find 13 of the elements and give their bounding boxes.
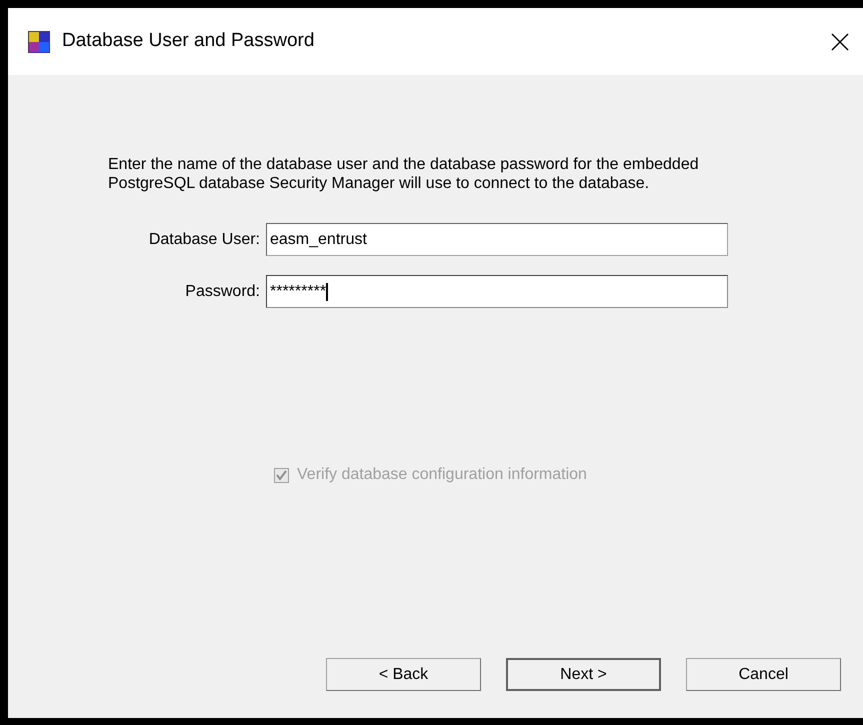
close-icon[interactable] bbox=[831, 32, 849, 50]
input-field[interactable]: ********* bbox=[266, 275, 728, 308]
input-field[interactable]: easm_entrust bbox=[266, 223, 728, 256]
field-label: Password: bbox=[184, 282, 261, 302]
field-label: Database User: bbox=[148, 230, 261, 250]
dialog-button[interactable]: Cancel bbox=[686, 658, 841, 691]
app-icon bbox=[28, 30, 50, 52]
window-title: Database User and Password bbox=[62, 29, 314, 54]
description-text: Enter the name of the database user and the database password for the embedded PostgreSQL database Security Manager will use to connect to the database. bbox=[108, 155, 700, 193]
text-cursor bbox=[326, 282, 328, 300]
checkbox-label: Verify database configuration information bbox=[297, 465, 587, 485]
dialog-button[interactable]: Next > bbox=[506, 658, 661, 691]
dialog-button[interactable]: < Back bbox=[326, 658, 481, 691]
